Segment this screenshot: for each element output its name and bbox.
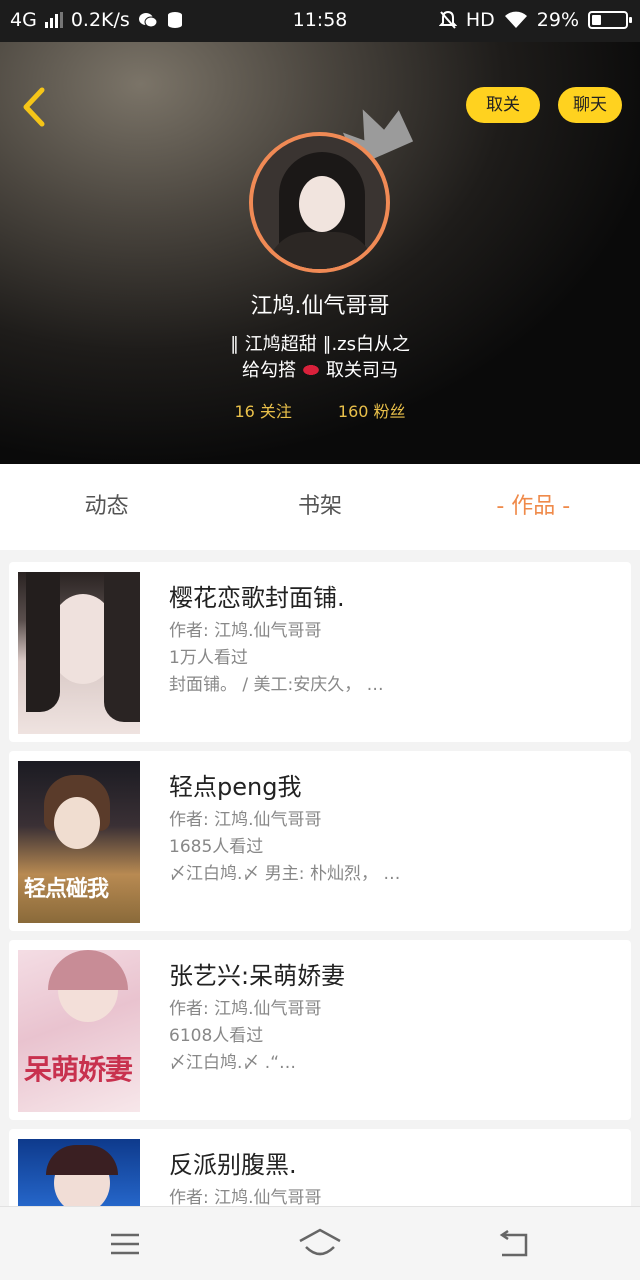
- avatar[interactable]: [249, 132, 390, 273]
- profile-tabs: 动态 书架 - 作品 -: [0, 464, 640, 550]
- work-description: 封面铺。 / 美工:安庆久， …: [169, 675, 384, 695]
- work-views: 6108人看过: [169, 1026, 264, 1046]
- bio-line-1: ∥ 江鸠超甜 ∥.zs白从之: [230, 334, 410, 355]
- back-icon[interactable]: [496, 1227, 532, 1261]
- work-views: 1685人看过: [169, 837, 264, 857]
- bio-line-2: 给勾搭 取关司马: [0, 356, 640, 382]
- cover-title: 呆萌娇妻: [24, 1053, 133, 1086]
- cover-image: [18, 1139, 140, 1206]
- chevron-left-icon: [23, 87, 45, 127]
- work-description: 〆江白鸠.〆 男主: 朴灿烈， …: [169, 864, 401, 884]
- profile-header: 取关 聊天 江鸠.仙气哥哥 ∥ 江鸠超甜 ∥.zs白从之 给勾搭 取关司马 16 …: [0, 42, 640, 464]
- work-author: 作者: 江鸠.仙气哥哥: [169, 621, 322, 641]
- battery-percent: 29%: [536, 9, 579, 31]
- work-views: 1万人看过: [169, 648, 248, 668]
- clock: 11:58: [292, 9, 348, 31]
- work-title: 反派别腹黑.: [169, 1151, 297, 1179]
- cover-image: 呆萌娇妻: [18, 950, 140, 1112]
- tab-moments[interactable]: 动态: [0, 464, 213, 550]
- bio-text-b: 取关司马: [326, 360, 398, 381]
- work-title: 轻点peng我: [169, 773, 302, 801]
- list-item[interactable]: 樱花恋歌封面铺. 作者: 江鸠.仙气哥哥 1万人看过 封面铺。 / 美工:安庆久…: [9, 562, 631, 742]
- chat-button[interactable]: 聊天: [558, 87, 622, 123]
- work-author: 作者: 江鸠.仙气哥哥: [169, 1188, 322, 1206]
- home-icon[interactable]: [298, 1227, 342, 1261]
- works-list: 樱花恋歌封面铺. 作者: 江鸠.仙气哥哥 1万人看过 封面铺。 / 美工:安庆久…: [0, 550, 640, 1206]
- battery-icon: [588, 11, 632, 29]
- work-description: 〆江白鸠.〆 .“…: [169, 1053, 297, 1073]
- back-button[interactable]: [16, 84, 56, 130]
- cover-image: 轻点碰我: [18, 761, 140, 923]
- lips-icon: [300, 363, 322, 377]
- followers-count[interactable]: 160 粉丝: [338, 402, 406, 421]
- unfollow-button[interactable]: 取关: [466, 87, 540, 123]
- following-count[interactable]: 16 关注: [234, 402, 291, 421]
- work-author: 作者: 江鸠.仙气哥哥: [169, 810, 322, 830]
- menu-icon[interactable]: [108, 1227, 142, 1261]
- work-title: 樱花恋歌封面铺.: [169, 584, 345, 612]
- status-bar: 4G 0.2K/s 11:58 HD 29%: [0, 0, 640, 42]
- work-title: 张艺兴:呆萌娇妻: [169, 962, 346, 990]
- wifi-icon: [504, 11, 527, 28]
- system-nav-bar: [0, 1206, 640, 1280]
- bio-text-a: 给勾搭: [242, 360, 296, 381]
- cover-image: [18, 572, 140, 734]
- work-author: 作者: 江鸠.仙气哥哥: [169, 999, 322, 1019]
- list-item[interactable]: 反派别腹黑. 作者: 江鸠.仙气哥哥: [9, 1129, 631, 1206]
- profile-stats: 16 关注 160 粉丝: [0, 398, 640, 422]
- list-item[interactable]: 轻点碰我 轻点peng我 作者: 江鸠.仙气哥哥 1685人看过 〆江白鸠.〆 …: [9, 751, 631, 931]
- mute-notification-icon: [438, 10, 457, 29]
- hd-indicator: HD: [465, 9, 495, 31]
- tab-bookshelf[interactable]: 书架: [213, 464, 426, 550]
- username: 江鸠.仙气哥哥: [250, 294, 390, 319]
- list-item[interactable]: 呆萌娇妻 张艺兴:呆萌娇妻 作者: 江鸠.仙气哥哥 6108人看过 〆江白鸠.〆…: [9, 940, 631, 1120]
- cover-title: 轻点碰我: [24, 877, 109, 902]
- tab-works[interactable]: - 作品 -: [427, 464, 640, 550]
